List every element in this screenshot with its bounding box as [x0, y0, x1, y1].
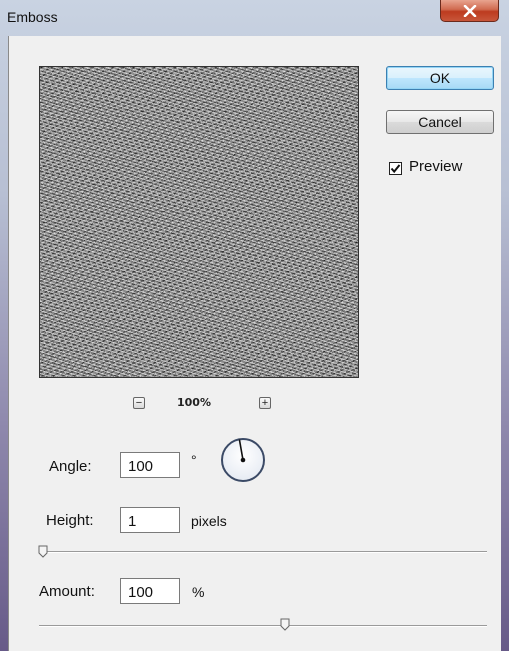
- dialog-body: − 100% + OK Cancel Preview Angle: °: [8, 36, 501, 651]
- height-slider-track[interactable]: [39, 551, 487, 553]
- title-bar[interactable]: Emboss: [0, 0, 509, 36]
- preview-checkbox[interactable]: [389, 162, 402, 175]
- ok-button[interactable]: OK: [386, 66, 494, 90]
- zoom-in-icon: +: [261, 397, 269, 409]
- zoom-level: 100%: [177, 396, 211, 409]
- height-slider-thumb[interactable]: [38, 545, 48, 558]
- emboss-dialog-window: Emboss − 100% + OK Cancel Preview Angle:…: [0, 0, 509, 651]
- angle-label: Angle:: [49, 458, 92, 475]
- preview-checkbox-label[interactable]: Preview: [409, 158, 462, 175]
- height-input[interactable]: [120, 507, 180, 533]
- close-icon: [463, 4, 476, 17]
- checkmark-icon: [390, 164, 401, 174]
- filter-preview-image[interactable]: [39, 66, 359, 378]
- amount-label: Amount:: [39, 583, 95, 600]
- angle-unit: °: [191, 452, 197, 468]
- close-button[interactable]: [440, 0, 499, 22]
- zoom-out-icon: −: [135, 397, 143, 409]
- amount-slider-thumb[interactable]: [280, 618, 290, 631]
- angle-dial[interactable]: [220, 437, 266, 483]
- cancel-button[interactable]: Cancel: [386, 110, 494, 134]
- angle-input[interactable]: [120, 452, 180, 478]
- amount-input[interactable]: [120, 578, 180, 604]
- window-title: Emboss: [7, 9, 58, 25]
- amount-slider-track[interactable]: [39, 625, 487, 627]
- zoom-in-button[interactable]: +: [259, 397, 271, 409]
- height-unit: pixels: [191, 513, 227, 529]
- height-label: Height:: [46, 512, 94, 529]
- zoom-out-button[interactable]: −: [133, 397, 145, 409]
- amount-unit: %: [192, 584, 205, 600]
